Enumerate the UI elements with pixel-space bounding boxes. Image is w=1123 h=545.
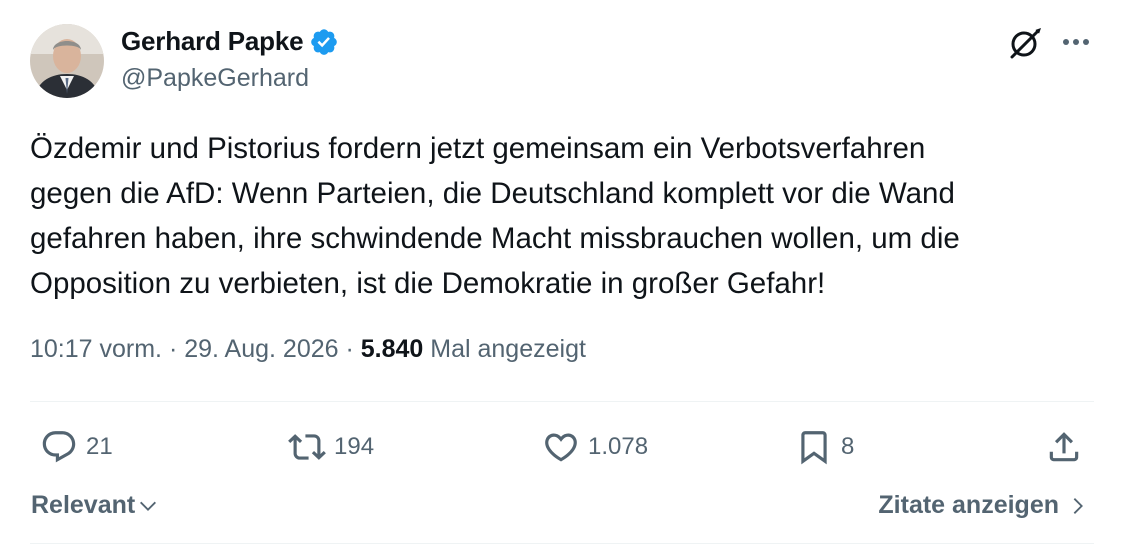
share-icon — [1049, 432, 1079, 462]
tweet-time[interactable]: 10:17 vorm. — [30, 335, 162, 364]
chevron-down-icon — [140, 501, 157, 511]
author-name-row: Gerhard Papke — [121, 26, 339, 57]
like-button[interactable]: 1.078 — [542, 426, 648, 468]
tweet-text: Özdemir und Pistorius fordern jetzt geme… — [30, 132, 960, 300]
bookmark-count: 8 — [841, 433, 855, 460]
meta-separator: · — [162, 335, 185, 363]
bookmark-button[interactable]: 8 — [795, 426, 854, 468]
tweet-meta: 10:17 vorm. · 29. Aug. 2026 · 5.840 Mal … — [30, 335, 586, 364]
like-count: 1.078 — [588, 433, 649, 460]
divider — [30, 543, 1094, 544]
quotes-label: Zitate anzeigen — [878, 491, 1059, 519]
verified-badge-icon[interactable] — [309, 27, 339, 57]
views-label: Mal angezeigt — [423, 335, 586, 363]
repost-button[interactable]: 194 — [288, 426, 374, 468]
bookmark-icon — [801, 431, 827, 465]
author-handle[interactable]: @PapkeGerhard — [121, 64, 309, 93]
repost-icon — [288, 434, 326, 460]
view-quotes-link[interactable]: Zitate anzeigen — [878, 491, 1089, 520]
author-name[interactable]: Gerhard Papke — [121, 26, 304, 57]
chevron-right-icon — [1073, 497, 1083, 514]
more-options-icon[interactable] — [1058, 30, 1094, 54]
repost-count: 194 — [334, 433, 375, 460]
grok-icon[interactable] — [1006, 24, 1044, 62]
divider — [30, 401, 1094, 402]
avatar[interactable] — [30, 24, 104, 98]
reply-count: 21 — [86, 433, 113, 460]
sort-replies-dropdown[interactable]: Relevant — [31, 491, 159, 520]
reply-icon — [42, 431, 76, 463]
like-icon — [545, 433, 577, 462]
sort-label: Relevant — [31, 491, 136, 519]
tweet-date[interactable]: 29. Aug. 2026 — [184, 335, 338, 364]
meta-separator: · — [338, 335, 361, 363]
reply-button[interactable]: 21 — [40, 426, 113, 468]
views-count: 5.840 — [360, 335, 424, 363]
share-button[interactable] — [1045, 426, 1083, 468]
